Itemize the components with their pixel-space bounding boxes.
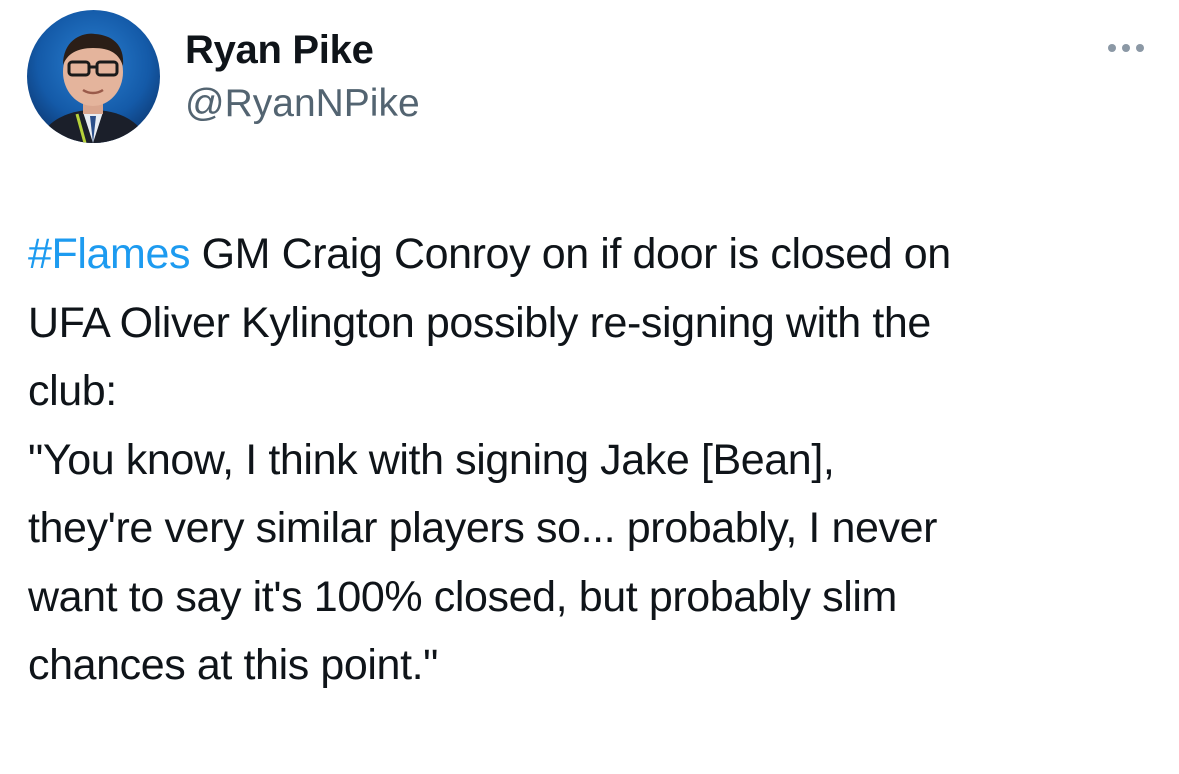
more-horizontal-icon-dot <box>1122 44 1130 52</box>
avatar-image <box>27 10 160 143</box>
author-display-name[interactable]: Ryan Pike <box>185 26 374 74</box>
tweet-line: they're very similar players so... proba… <box>28 504 938 552</box>
more-horizontal-icon <box>1108 44 1116 52</box>
more-options-button[interactable] <box>1098 30 1154 66</box>
tweet-line: club: <box>28 367 117 415</box>
tweet-line: want to say it's 100% closed, but probab… <box>28 572 897 621</box>
tweet-line: chances at this point." <box>28 641 439 689</box>
tweet-line: "You know, I think with signing Jake [Be… <box>28 435 835 484</box>
tweet-text-segment: GM Craig Conroy on if door is closed on <box>190 230 952 278</box>
tweet-line: #Flames GM Craig Conroy on if door is cl… <box>28 220 1158 289</box>
tweet-line: UFA Oliver Kylington possibly re-signing… <box>28 298 931 347</box>
more-horizontal-icon-dot <box>1136 44 1144 52</box>
tweet-card: Ryan Pike @RyanNPike #Flames GM Craig Co… <box>0 0 1179 774</box>
author-handle[interactable]: @RyanNPike <box>185 80 420 128</box>
author-avatar[interactable] <box>27 10 160 143</box>
tweet-body: #Flames GM Craig Conroy on if door is cl… <box>28 220 1158 700</box>
hashtag-link[interactable]: #Flames <box>28 230 190 278</box>
